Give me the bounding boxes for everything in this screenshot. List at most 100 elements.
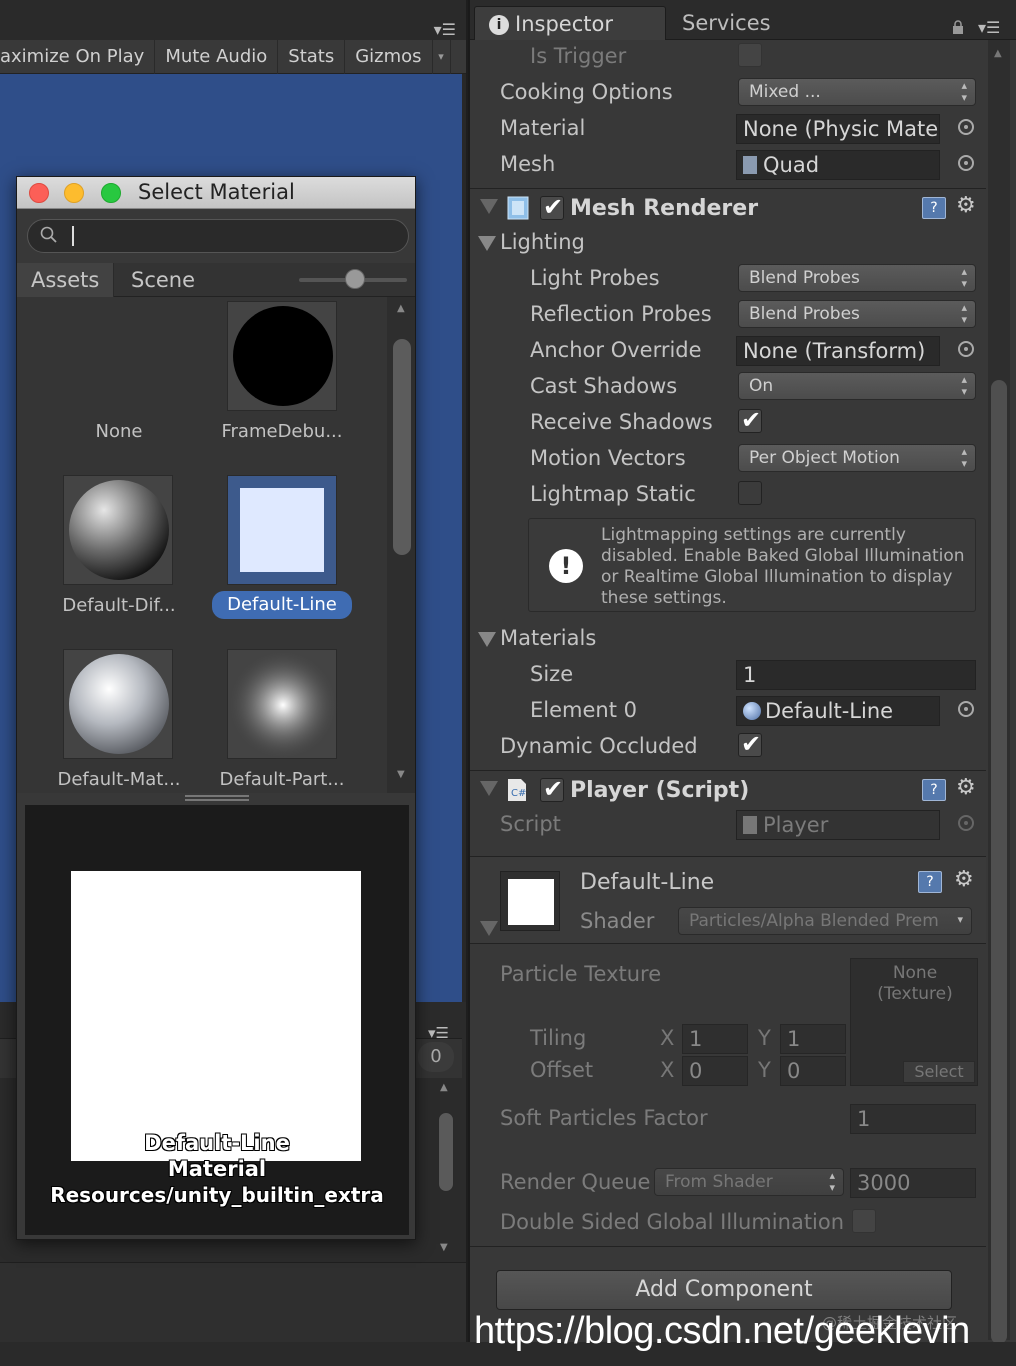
scroll-down-icon[interactable]: ▼ (440, 1242, 448, 1253)
scroll-up-icon[interactable]: ▲ (994, 48, 1002, 59)
gear-icon[interactable]: ⚙ (956, 193, 976, 218)
asset-thumbnail[interactable] (227, 649, 338, 760)
svg-text:C#: C# (511, 788, 526, 799)
double-sided-gi-checkbox[interactable] (852, 1209, 876, 1233)
gizmos-dropdown-icon[interactable]: ▾ (433, 39, 451, 74)
scrollbar[interactable] (436, 1082, 456, 1262)
shader-dropdown[interactable]: Particles/Alpha Blended Prem ▾ (678, 907, 972, 935)
search-input[interactable] (27, 219, 409, 253)
player-script-header[interactable]: C# Player (Script) ? ⚙ (470, 770, 986, 810)
mesh-renderer-header[interactable]: Mesh Renderer ? ⚙ (470, 188, 986, 228)
object-picker-icon[interactable] (958, 155, 974, 171)
mesh-field[interactable]: Quad (736, 150, 940, 180)
render-queue-label: Render Queue (500, 1170, 651, 1194)
scroll-thumb[interactable] (991, 380, 1007, 1344)
asset-thumbnail-selected[interactable] (227, 475, 337, 585)
scroll-up-icon[interactable]: ▲ (397, 303, 405, 314)
soft-particles-field[interactable]: 1 (850, 1104, 976, 1134)
asset-item-default-diffuse[interactable]: Default-Dif... (29, 595, 209, 616)
asset-thumbnail[interactable] (63, 649, 173, 759)
object-picker-icon[interactable] (958, 119, 974, 135)
asset-item-default-material[interactable]: Default-Mat... (29, 769, 209, 790)
tab-inspector-label: Inspector (515, 12, 613, 36)
tab-services[interactable]: Services (682, 6, 771, 40)
element0-field[interactable]: Default-Line (736, 696, 940, 726)
cast-shadows-dropdown[interactable]: On ▴ ▾ (738, 372, 976, 400)
foldout-arrow-icon[interactable] (480, 781, 498, 796)
dropdown-arrow-icon: ▾ (957, 913, 963, 926)
asset-thumbnail[interactable] (227, 301, 337, 411)
light-probes-dropdown[interactable]: Blend Probes ▴ ▾ (738, 264, 976, 292)
receive-shadows-checkbox[interactable] (738, 406, 762, 434)
scroll-down-icon[interactable]: ▼ (397, 769, 405, 780)
help-icon[interactable]: ? (922, 197, 946, 219)
scroll-up-icon[interactable]: ▲ (440, 1082, 448, 1093)
material-row: Material None (Physic Mate (470, 110, 986, 146)
tiling-y-field[interactable]: 1 (780, 1024, 846, 1054)
mesh-renderer-enabled-checkbox[interactable] (540, 193, 564, 221)
maximize-on-play-button[interactable]: aximize On Play (0, 39, 156, 74)
lighting-foldout[interactable]: Lighting (470, 224, 986, 260)
asset-item-none[interactable]: None (29, 421, 209, 442)
gizmos-button[interactable]: Gizmos (345, 39, 433, 74)
tab-assets[interactable]: Assets (17, 263, 115, 297)
tab-scene[interactable]: Scene (117, 263, 209, 297)
updown-arrow-icon: ▴ ▾ (829, 1169, 835, 1194)
gear-icon[interactable]: ⚙ (956, 775, 976, 800)
asset-grid-scrollbar[interactable]: ▲ ▼ (387, 297, 415, 793)
help-icon[interactable]: ? (922, 779, 946, 801)
stats-button[interactable]: Stats (278, 39, 346, 74)
offset-y-field[interactable]: 0 (780, 1056, 846, 1086)
object-picker-icon[interactable] (958, 701, 974, 717)
size-field[interactable]: 1 (736, 660, 976, 690)
updown-arrow-icon: ▴ ▾ (961, 445, 967, 470)
help-icon[interactable]: ? (918, 871, 942, 893)
asset-thumbnail[interactable] (63, 475, 173, 585)
tiling-x-field[interactable]: 1 (682, 1024, 748, 1054)
add-component-button[interactable]: Add Component (496, 1270, 952, 1310)
material-sphere-icon (743, 702, 761, 720)
script-row: Script Player (470, 806, 986, 842)
gear-icon[interactable]: ⚙ (954, 867, 974, 892)
asset-item-framedebug[interactable]: FrameDebu... (192, 421, 372, 442)
object-picker-icon[interactable] (958, 341, 974, 357)
is-trigger-label: Is Trigger (530, 44, 627, 68)
reflection-probes-dropdown[interactable]: Blend Probes ▴ ▾ (738, 300, 976, 328)
mute-audio-button[interactable]: Mute Audio (155, 39, 279, 74)
zoom-slider-knob[interactable] (345, 269, 365, 289)
script-field: Player (736, 810, 940, 840)
materials-foldout[interactable]: Materials (470, 620, 986, 656)
dynamic-occluded-checkbox[interactable] (738, 730, 762, 758)
material-field[interactable]: None (Physic Mate (736, 114, 940, 144)
panel-menu-icon[interactable]: ▾☰ (434, 20, 456, 39)
render-queue-field[interactable]: 3000 (850, 1168, 976, 1198)
scroll-thumb[interactable] (438, 1112, 454, 1192)
zoom-button[interactable] (101, 183, 121, 203)
foldout-arrow-icon[interactable] (480, 921, 498, 936)
render-queue-dropdown[interactable]: From Shader ▴ ▾ (654, 1168, 844, 1196)
anchor-override-field[interactable]: None (Transform) (736, 336, 940, 366)
foldout-arrow-icon[interactable] (478, 236, 496, 251)
game-toolbar: aximize On Play Mute Audio Stats Gizmos … (0, 39, 466, 74)
minimize-button[interactable] (64, 183, 84, 203)
lightmap-static-checkbox[interactable] (738, 481, 762, 505)
inspector-scrollbar[interactable]: ▲ (988, 40, 1010, 1344)
player-script-enabled-checkbox[interactable] (540, 775, 564, 803)
close-button[interactable] (29, 183, 49, 203)
asset-item-default-line[interactable]: Default-Line (212, 591, 352, 619)
lock-icon[interactable] (952, 20, 964, 34)
foldout-arrow-icon[interactable] (478, 632, 496, 647)
motion-vectors-dropdown[interactable]: Per Object Motion ▴ ▾ (738, 444, 976, 472)
mesh-renderer-icon (507, 196, 529, 220)
anchor-override-row: Anchor Override None (Transform) (470, 332, 986, 368)
tab-inspector[interactable]: i Inspector (474, 6, 666, 40)
window-titlebar[interactable]: Select Material (17, 177, 415, 209)
offset-x-field[interactable]: 0 (682, 1056, 748, 1086)
foldout-arrow-icon[interactable] (480, 199, 498, 214)
cooking-options-dropdown[interactable]: Mixed ... ▴ ▾ (738, 78, 976, 106)
panel-menu-icon[interactable]: ▾☰ (978, 18, 1000, 37)
scroll-thumb[interactable] (393, 339, 411, 555)
preview-splitter[interactable] (185, 795, 249, 801)
asset-item-default-particle[interactable]: Default-Part... (192, 769, 372, 790)
is-trigger-checkbox[interactable] (738, 43, 762, 67)
